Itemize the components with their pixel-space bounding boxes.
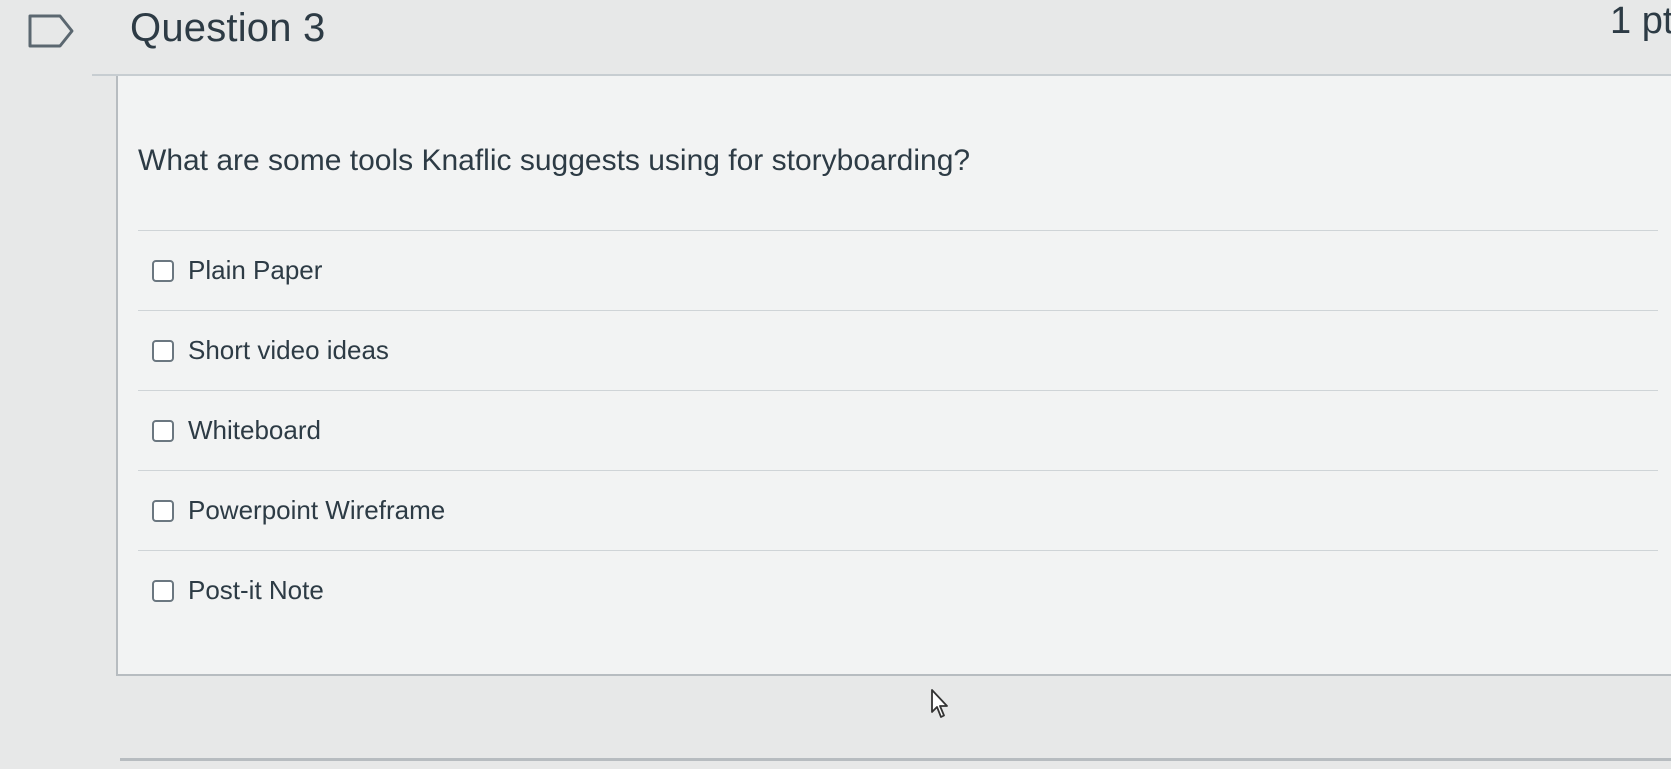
- answer-option[interactable]: Plain Paper: [138, 230, 1658, 310]
- answer-label[interactable]: Whiteboard: [188, 415, 321, 446]
- answer-checkbox[interactable]: [152, 579, 174, 602]
- answer-checkbox[interactable]: [152, 499, 174, 522]
- flag-question-icon[interactable]: [28, 14, 74, 48]
- answer-label[interactable]: Post-it Note: [188, 575, 324, 606]
- answer-label[interactable]: Plain Paper: [188, 255, 322, 286]
- mouse-pointer-icon: [931, 689, 948, 718]
- answer-list: Plain Paper Short video ideas Whiteboard…: [138, 230, 1658, 630]
- answer-checkbox[interactable]: [152, 339, 174, 362]
- question-text: What are some tools Knaflic suggests usi…: [138, 144, 971, 177]
- answer-label[interactable]: Powerpoint Wireframe: [188, 495, 445, 526]
- answer-checkbox[interactable]: [152, 259, 174, 282]
- answer-label[interactable]: Short video ideas: [188, 335, 389, 366]
- answer-checkbox[interactable]: [152, 419, 174, 442]
- question-title: Question 3: [130, 6, 326, 50]
- answer-option[interactable]: Whiteboard: [138, 390, 1658, 470]
- answer-option[interactable]: Post-it Note: [138, 550, 1658, 630]
- question-points: 1 pt: [1610, 0, 1671, 42]
- answer-option[interactable]: Short video ideas: [138, 310, 1658, 390]
- question-card: What are some tools Knaflic suggests usi…: [116, 76, 1671, 676]
- next-question-card-edge: [120, 758, 1671, 761]
- answer-option[interactable]: Powerpoint Wireframe: [138, 470, 1658, 550]
